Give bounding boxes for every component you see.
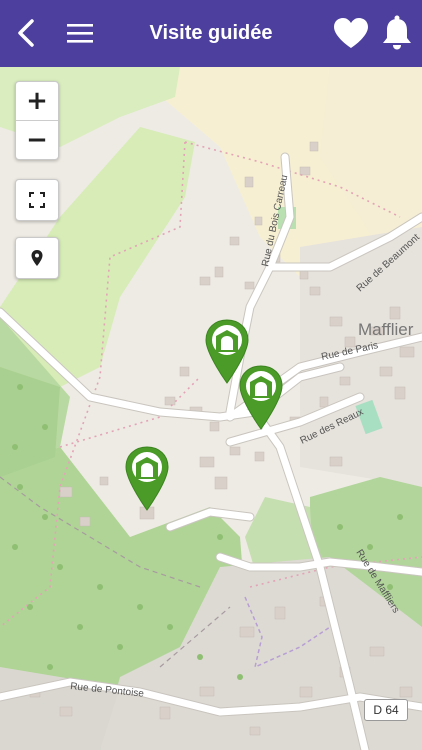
location-pin-icon (31, 250, 43, 266)
notifications-button[interactable] (379, 14, 415, 52)
bell-icon (383, 15, 411, 50)
poi-marker[interactable] (124, 445, 170, 511)
map-view[interactable]: Rue du Bois Carreau Rue de Beaumont Rue … (0, 67, 422, 750)
monument-gate-icon (125, 446, 169, 511)
zoom-controls: + − (15, 81, 59, 160)
poi-marker[interactable] (238, 364, 284, 430)
place-label: Mafflier (358, 320, 414, 339)
road-badge: D 64 (364, 699, 408, 721)
fullscreen-button[interactable] (15, 179, 59, 221)
heart-icon (334, 18, 368, 48)
app-header: Visite guidée (0, 0, 422, 67)
map-tiles: Rue du Bois Carreau Rue de Beaumont Rue … (0, 67, 422, 750)
zoom-in-button[interactable]: + (16, 82, 58, 120)
favorite-button[interactable] (331, 14, 371, 52)
monument-gate-icon (239, 365, 283, 430)
locate-button[interactable] (15, 237, 59, 279)
fullscreen-icon (29, 192, 45, 208)
zoom-out-button[interactable]: − (16, 120, 58, 159)
